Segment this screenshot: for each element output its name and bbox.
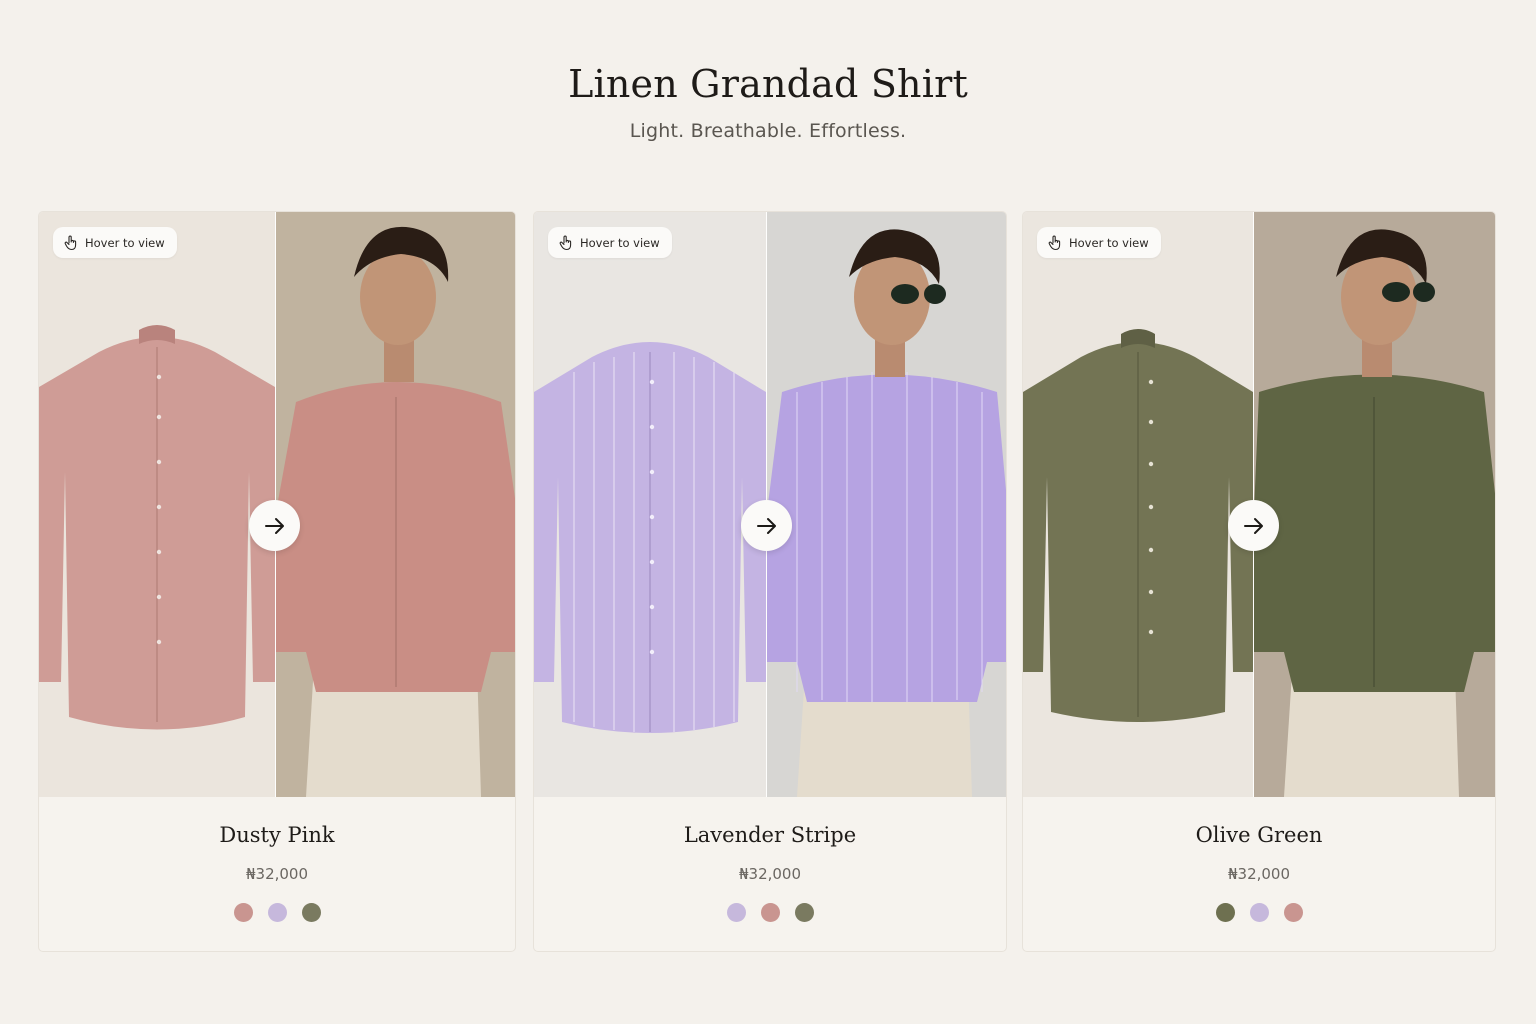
hover-to-view-hint: Hover to view xyxy=(53,227,177,258)
product-card[interactable]: Hover to view Dusty Pink ₦32,000 xyxy=(38,211,516,952)
product-model-image xyxy=(276,212,515,797)
pointer-hand-icon xyxy=(1048,235,1061,251)
page-header: Linen Grandad Shirt Light. Breathable. E… xyxy=(0,62,1536,142)
color-swatch-lavender[interactable] xyxy=(726,903,746,922)
view-model-button[interactable] xyxy=(741,500,792,551)
product-media[interactable]: Hover to view xyxy=(39,212,515,797)
pointer-hand-icon xyxy=(559,235,572,251)
product-name[interactable]: Lavender Stripe xyxy=(534,823,1006,851)
color-swatch-olive[interactable] xyxy=(794,903,814,922)
product-price: ₦32,000 xyxy=(1227,865,1291,883)
product-model-image xyxy=(1254,212,1495,797)
product-price: ₦32,000 xyxy=(738,865,802,883)
view-model-button[interactable] xyxy=(1228,500,1279,551)
color-swatch-olive[interactable] xyxy=(1215,903,1235,922)
product-flat-image xyxy=(39,212,275,797)
hover-to-view-hint: Hover to view xyxy=(548,227,672,258)
product-media[interactable]: Hover to view xyxy=(534,212,1006,797)
product-flat-image xyxy=(1023,212,1253,797)
color-swatch-lavender[interactable] xyxy=(1249,903,1269,922)
hover-hint-label: Hover to view xyxy=(1069,235,1149,250)
arrow-right-icon xyxy=(756,517,776,534)
product-info: Lavender Stripe ₦32,000 xyxy=(534,797,1006,951)
color-swatch-olive[interactable] xyxy=(301,903,321,922)
color-swatches xyxy=(534,903,1006,922)
color-swatches xyxy=(1023,903,1495,922)
product-card[interactable]: Hover to view Olive Green ₦32,000 xyxy=(1022,211,1496,952)
product-model-image xyxy=(767,212,1006,797)
product-info: Olive Green ₦32,000 xyxy=(1023,797,1495,951)
pointer-hand-icon xyxy=(64,235,77,251)
product-flat-image xyxy=(534,212,766,797)
hover-to-view-hint: Hover to view xyxy=(1037,227,1161,258)
hover-hint-label: Hover to view xyxy=(580,235,660,250)
color-swatch-dusty-pink[interactable] xyxy=(760,903,780,922)
color-swatch-lavender[interactable] xyxy=(267,903,287,922)
color-swatch-dusty-pink[interactable] xyxy=(233,903,253,922)
arrow-right-icon xyxy=(264,517,284,534)
product-info: Dusty Pink ₦32,000 xyxy=(39,797,515,951)
product-name[interactable]: Olive Green xyxy=(1023,823,1495,851)
product-media[interactable]: Hover to view xyxy=(1023,212,1495,797)
page-subtitle: Light. Breathable. Effortless. xyxy=(629,120,907,142)
product-price: ₦32,000 xyxy=(245,865,309,883)
product-card[interactable]: Hover to view Lavender Stripe ₦32,000 xyxy=(533,211,1007,952)
color-swatches xyxy=(39,903,515,922)
hover-hint-label: Hover to view xyxy=(85,235,165,250)
page-title: Linen Grandad Shirt xyxy=(568,62,968,106)
arrow-right-icon xyxy=(1243,517,1263,534)
color-swatch-dusty-pink[interactable] xyxy=(1283,903,1303,922)
product-name[interactable]: Dusty Pink xyxy=(39,823,515,851)
view-model-button[interactable] xyxy=(249,500,300,551)
